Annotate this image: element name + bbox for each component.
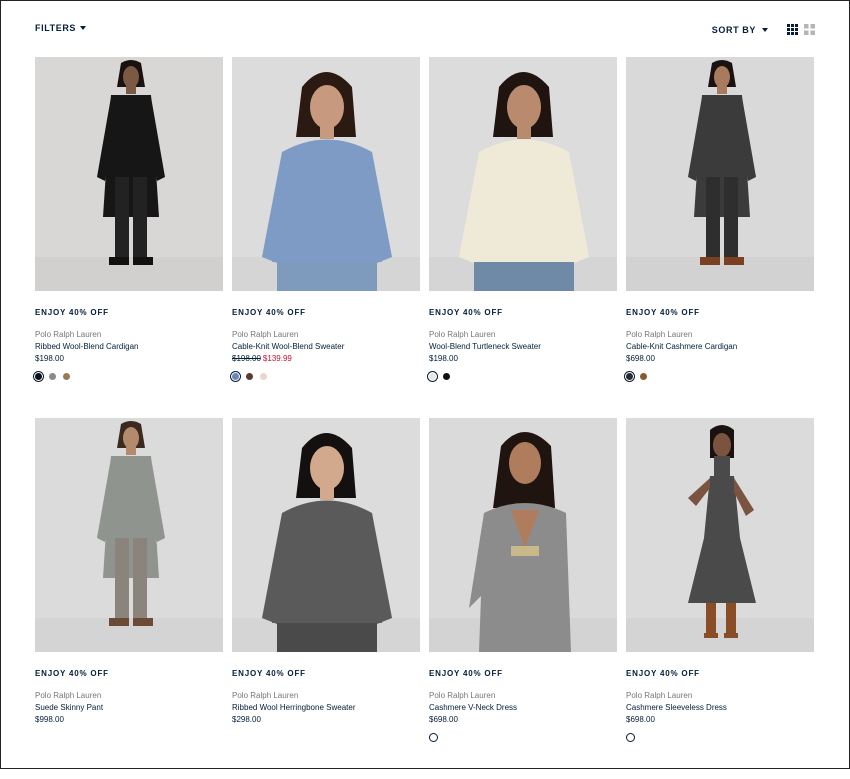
color-swatch[interactable] [640, 373, 647, 380]
color-swatch[interactable] [427, 371, 438, 382]
product-brand: Polo Ralph Lauren [232, 691, 299, 700]
color-swatches [232, 732, 420, 743]
regular-price: $198.00 [35, 354, 64, 363]
regular-price: $698.00 [626, 715, 655, 724]
regular-price: $298.00 [232, 715, 261, 724]
product-image[interactable] [35, 57, 223, 291]
sort-by-label: SORT BY [711, 25, 756, 35]
color-swatch[interactable] [246, 373, 253, 380]
product-price: $198.00 $139.99 [232, 354, 420, 363]
product-brand: Polo Ralph Lauren [626, 691, 693, 700]
product-name-link[interactable]: Cashmere Sleeveless Dress [626, 703, 814, 712]
caret-down-icon [762, 28, 768, 32]
model-figure [626, 418, 814, 652]
promo-label: ENJOY 40% OFF [626, 308, 700, 317]
product-price: $698.00 [626, 715, 814, 724]
grid-4-view-icon[interactable] [787, 24, 798, 35]
promo-label: ENJOY 40% OFF [626, 669, 700, 678]
color-swatches [624, 371, 814, 382]
product-image[interactable] [626, 418, 814, 652]
regular-price: $198.00 [429, 354, 458, 363]
product-brand: Polo Ralph Lauren [429, 330, 496, 339]
caret-down-icon [80, 26, 87, 30]
model-figure [35, 418, 223, 652]
color-swatch[interactable] [230, 371, 241, 382]
product-card[interactable]: ENJOY 40% OFF Polo Ralph Lauren Cashmere V… [429, 418, 617, 779]
filters-button[interactable]: FILTERS [35, 23, 87, 33]
product-image[interactable] [35, 418, 223, 652]
product-brand: Polo Ralph Lauren [429, 691, 496, 700]
color-swatches [33, 371, 223, 382]
product-name-link[interactable]: Ribbed Wool-Blend Cardigan [35, 342, 223, 351]
product-name-link[interactable]: Cable-Knit Cashmere Cardigan [626, 342, 814, 351]
grid-2-view-icon[interactable] [804, 24, 815, 35]
color-swatch[interactable] [626, 733, 635, 742]
product-image[interactable] [429, 418, 617, 652]
color-swatch[interactable] [63, 373, 70, 380]
model-figure [429, 57, 617, 291]
product-image[interactable] [232, 418, 420, 652]
regular-price: $198.00 [232, 354, 261, 363]
regular-price: $998.00 [35, 715, 64, 724]
model-figure [429, 418, 617, 652]
promo-label: ENJOY 40% OFF [35, 669, 109, 678]
color-swatch[interactable] [443, 373, 450, 380]
product-card[interactable]: ENJOY 40% OFF Polo Ralph Lauren Ribbed Woo… [232, 418, 420, 779]
color-swatches [626, 732, 814, 743]
regular-price: $698.00 [626, 354, 655, 363]
product-price: $998.00 [35, 715, 223, 724]
product-price: $698.00 [429, 715, 617, 724]
product-name-link[interactable]: Cashmere V-Neck Dress [429, 703, 617, 712]
product-card[interactable]: ENJOY 40% OFF Polo Ralph Lauren Ribbed Woo… [33, 57, 223, 418]
product-name-link[interactable]: Ribbed Wool Herringbone Sweater [232, 703, 420, 712]
product-name-link[interactable]: Wool-Blend Turtleneck Sweater [429, 342, 617, 351]
product-grid: ENJOY 40% OFF Polo Ralph Lauren Ribbed Woo… [33, 57, 815, 779]
product-card[interactable]: ENJOY 40% OFF Polo Ralph Lauren Cable-Knit… [624, 57, 814, 418]
product-brand: Polo Ralph Lauren [232, 330, 299, 339]
product-price: $198.00 [35, 354, 223, 363]
toolbar: FILTERS SORT BY [35, 22, 815, 38]
color-swatches [230, 371, 420, 382]
promo-label: ENJOY 40% OFF [232, 669, 306, 678]
product-price: $298.00 [232, 715, 420, 724]
product-brand: Polo Ralph Lauren [626, 330, 693, 339]
product-image[interactable] [626, 57, 814, 291]
color-swatches [35, 732, 223, 743]
product-image[interactable] [232, 57, 420, 291]
product-card[interactable]: ENJOY 40% OFF Polo Ralph Lauren Cashmere S… [626, 418, 814, 779]
color-swatches [427, 371, 617, 382]
product-card[interactable]: ENJOY 40% OFF Polo Ralph Lauren Suede Skin… [35, 418, 223, 779]
product-brand: Polo Ralph Lauren [35, 691, 102, 700]
color-swatches [429, 732, 617, 743]
color-swatch[interactable] [260, 373, 267, 380]
promo-label: ENJOY 40% OFF [429, 308, 503, 317]
sort-by-button[interactable]: SORT BY [712, 25, 768, 35]
product-name-link[interactable]: Suede Skinny Pant [35, 703, 223, 712]
promo-label: ENJOY 40% OFF [429, 669, 503, 678]
filters-label: FILTERS [35, 23, 77, 33]
promo-label: ENJOY 40% OFF [35, 308, 109, 317]
model-figure [626, 57, 814, 291]
promo-label: ENJOY 40% OFF [232, 308, 306, 317]
color-swatch[interactable] [429, 733, 438, 742]
sale-price: $139.99 [262, 354, 292, 363]
model-figure [232, 418, 420, 652]
model-figure [232, 57, 420, 291]
product-price: $198.00 [429, 354, 617, 363]
color-swatch[interactable] [33, 371, 44, 382]
color-swatch[interactable] [624, 371, 635, 382]
product-name-link[interactable]: Cable-Knit Wool-Blend Sweater [232, 342, 420, 351]
product-brand: Polo Ralph Lauren [35, 330, 102, 339]
product-price: $698.00 [626, 354, 814, 363]
product-image[interactable] [429, 57, 617, 291]
product-card[interactable]: ENJOY 40% OFF Polo Ralph Lauren Cable-Knit… [230, 57, 420, 418]
product-card[interactable]: ENJOY 40% OFF Polo Ralph Lauren Wool-Blend… [427, 57, 617, 418]
color-swatch[interactable] [49, 373, 56, 380]
regular-price: $698.00 [429, 715, 458, 724]
model-figure [35, 57, 223, 291]
